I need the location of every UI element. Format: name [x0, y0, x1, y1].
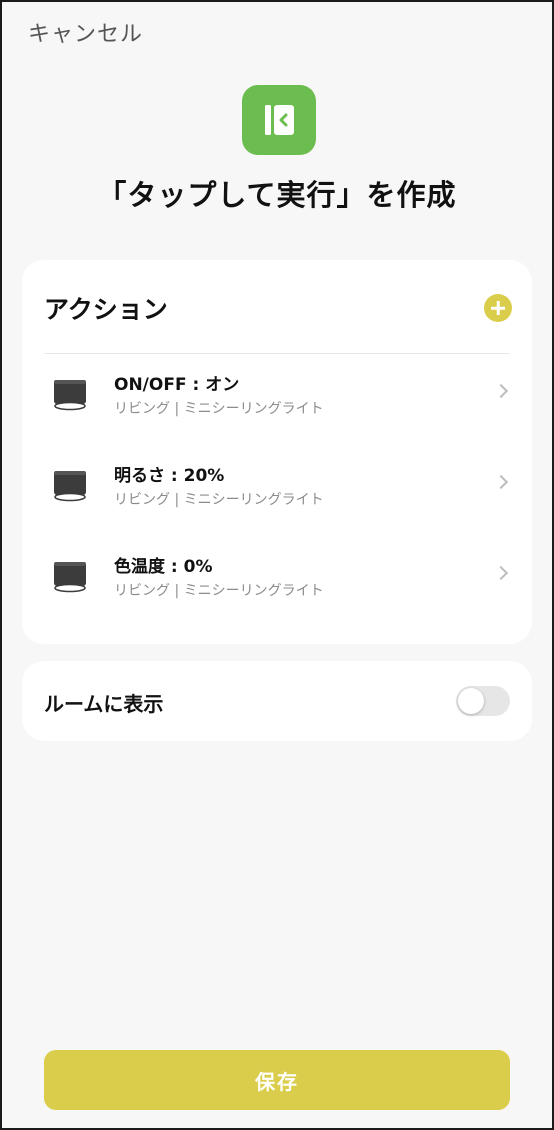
- action-item-title: 明るさ : 20%: [114, 466, 225, 486]
- action-item-title: ON/OFF : オン: [114, 375, 240, 395]
- room-display-card: ルームに表示: [22, 661, 532, 741]
- action-item-brightness[interactable]: 明るさ : 20% リビング | ミニシーリングライト: [22, 447, 532, 527]
- action-item-subtitle: リビング | ミニシーリングライト: [114, 492, 324, 508]
- page-title: 「タップして実行」を作成: [97, 178, 457, 212]
- toggle-knob: [458, 688, 484, 714]
- action-item-color-temperature[interactable]: 色温度 : 0% リビング | ミニシーリングライト: [22, 538, 532, 618]
- ceiling-light-icon: [54, 380, 86, 411]
- add-action-button[interactable]: [484, 294, 512, 322]
- actions-card: アクション ON/OFF : オン リビング | ミニシーリングライト 明るさ …: [22, 260, 532, 644]
- action-item-subtitle: リビング | ミニシーリングライト: [114, 583, 324, 599]
- chevron-right-icon: [493, 383, 509, 399]
- chevron-right-icon: [493, 565, 509, 581]
- action-item-title: 色温度 : 0%: [114, 557, 213, 577]
- tap-to-run-icon: [242, 85, 316, 155]
- save-button[interactable]: 保存: [44, 1050, 510, 1110]
- action-item-subtitle: リビング | ミニシーリングライト: [114, 401, 324, 417]
- room-display-toggle[interactable]: [456, 686, 510, 716]
- ceiling-light-icon: [54, 562, 86, 593]
- divider: [44, 353, 510, 354]
- ceiling-light-icon: [54, 471, 86, 502]
- room-display-label: ルームに表示: [44, 692, 164, 716]
- actions-header: アクション: [44, 295, 168, 324]
- screen: キャンセル 「タップして実行」を作成 アクション ON/OFF : オン リビン…: [0, 0, 554, 1130]
- cancel-button[interactable]: キャンセル: [28, 16, 143, 48]
- chevron-right-icon: [493, 474, 509, 490]
- action-item-onoff[interactable]: ON/OFF : オン リビング | ミニシーリングライト: [22, 356, 532, 436]
